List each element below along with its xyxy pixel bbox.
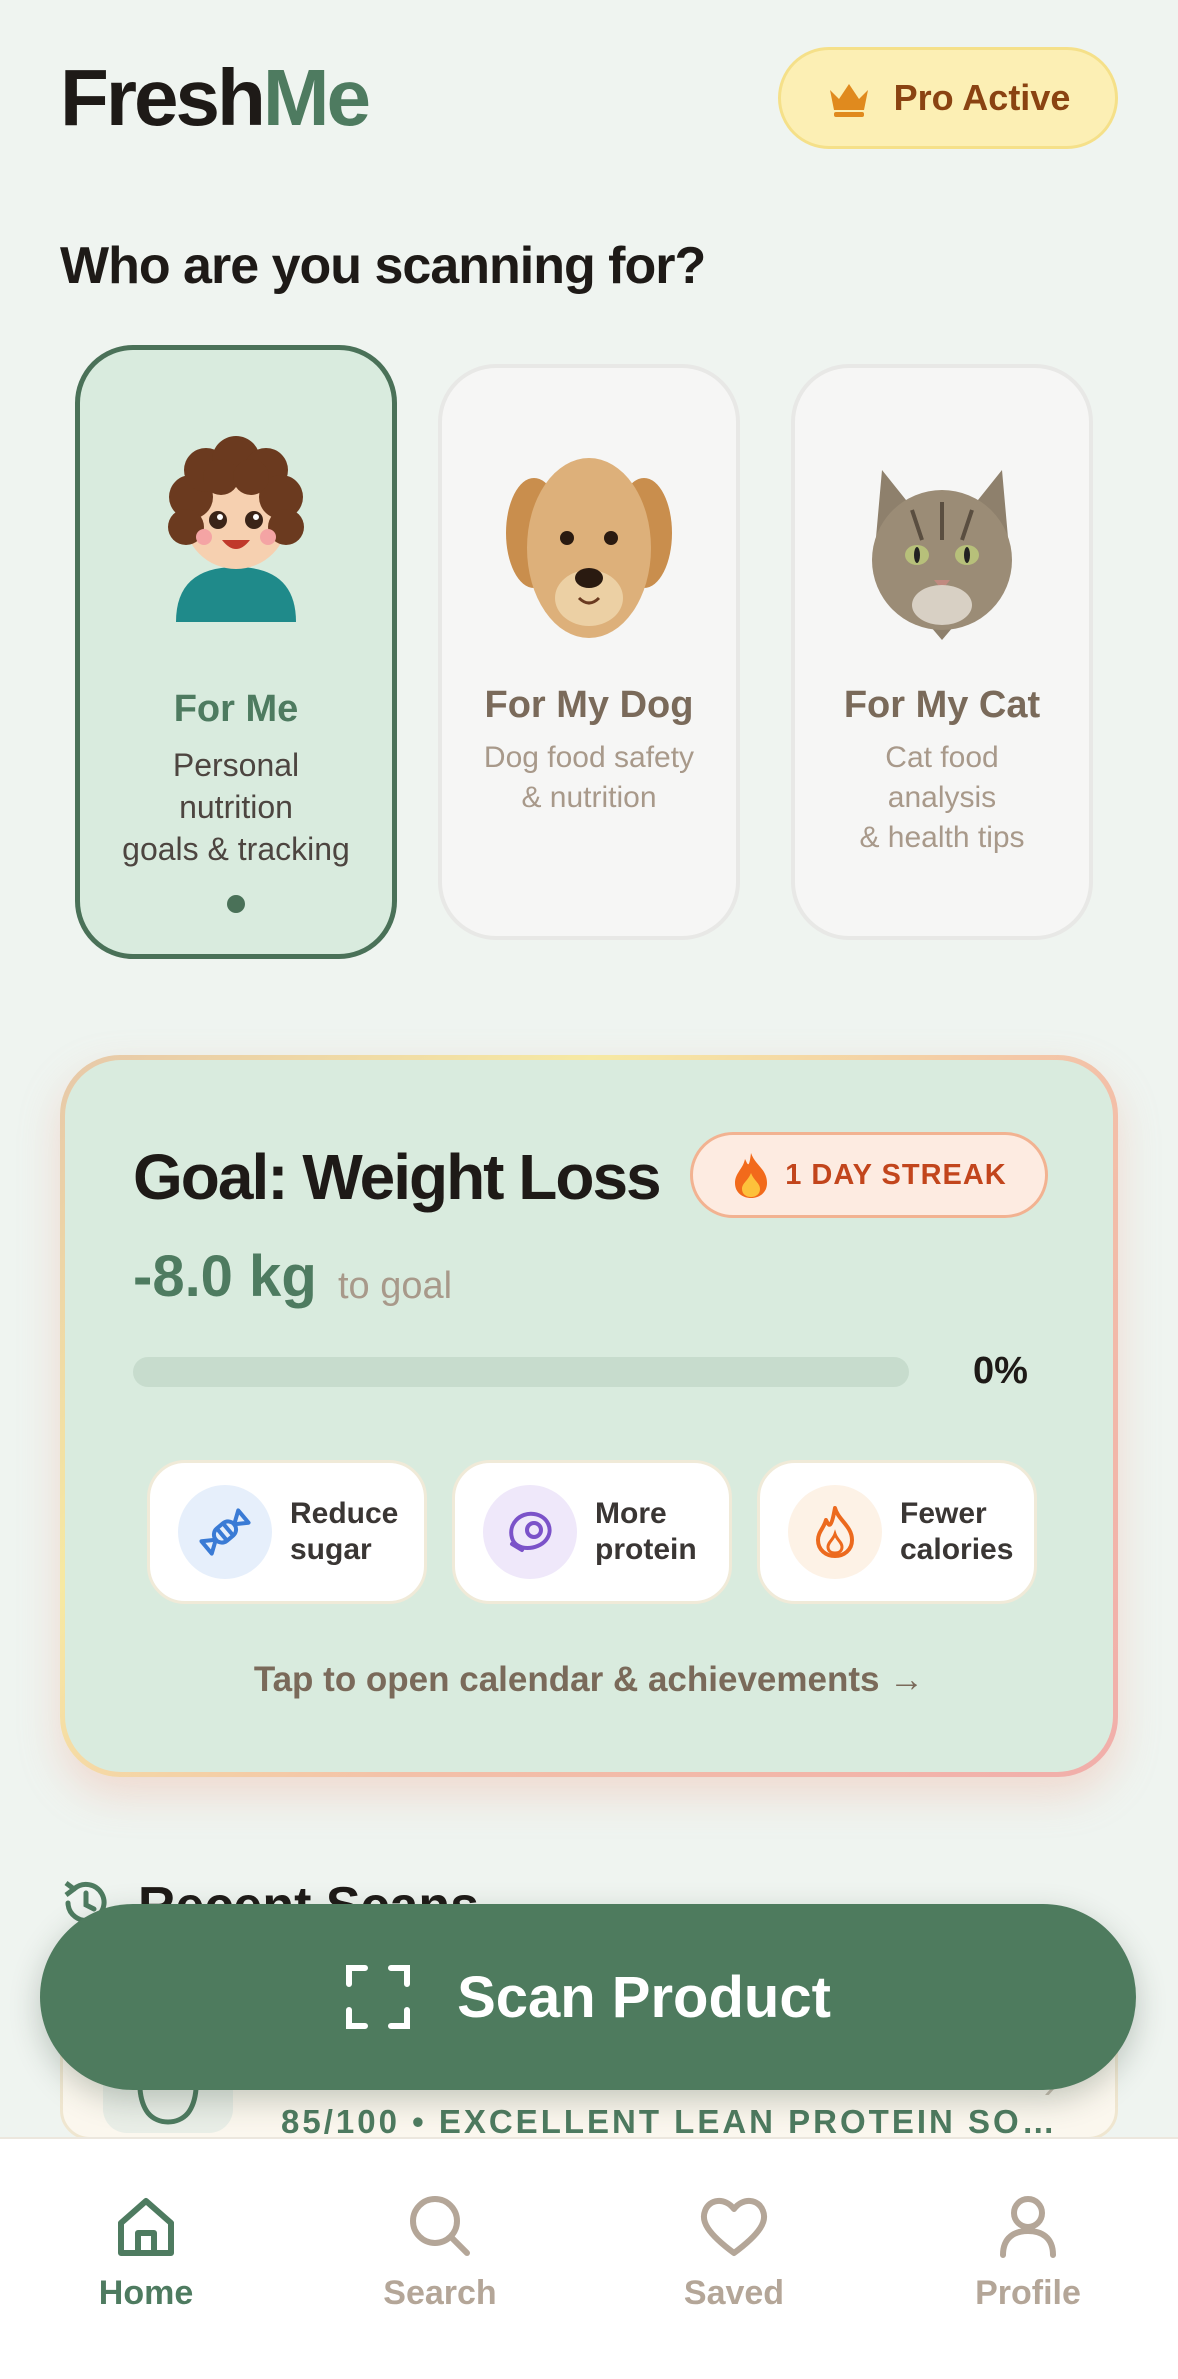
pro-active-badge[interactable]: Pro Active — [778, 47, 1118, 149]
goal-chip-reduce-sugar[interactable]: Reduce sugar — [147, 1460, 427, 1604]
goal-progress-bar — [133, 1357, 909, 1387]
flame-icon — [788, 1485, 882, 1579]
chip-label-reduce-sugar: Reduce sugar — [290, 1497, 399, 1566]
nav-label-profile: Profile — [975, 2274, 1081, 2312]
nav-item-home[interactable]: Home — [46, 2191, 246, 2313]
scan-product-button[interactable]: Scan Product — [40, 1904, 1136, 2090]
goal-chip-more-protein[interactable]: More protein — [452, 1460, 732, 1604]
goal-chip-fewer-calories[interactable]: Fewer calories — [757, 1460, 1037, 1604]
heart-icon — [700, 2198, 768, 2256]
dog-photo-icon — [506, 458, 672, 638]
nav-label-search: Search — [383, 2274, 497, 2312]
goal-card[interactable]: Goal: Weight Loss 1 DAY STREAK -8.0 kg t… — [60, 1055, 1118, 1777]
profile-name-dog: For My Dog — [484, 684, 694, 726]
steak-icon — [483, 1485, 577, 1579]
streak-label: 1 DAY STREAK — [785, 1158, 1007, 1191]
nav-label-saved: Saved — [683, 2274, 785, 2312]
pro-badge-label: Pro Active — [893, 77, 1071, 118]
weight-to-goal-value: -8.0 kg — [133, 1244, 317, 1309]
streak-badge: 1 DAY STREAK — [690, 1132, 1048, 1218]
profile-section-heading: Who are you scanning for? — [60, 237, 706, 295]
profile-desc-me: Personal nutrition goals & tracking — [122, 747, 350, 867]
chip-label-fewer-calories: Fewer calories — [900, 1497, 1014, 1566]
search-icon — [410, 2196, 470, 2256]
profile-card-dog[interactable]: For My Dog Dog food safety & nutrition — [438, 364, 740, 940]
nav-item-search[interactable]: Search — [340, 2191, 540, 2313]
scan-score-summary: 85/100 • EXCELLENT LEAN PROTEIN SO… — [281, 2103, 1058, 2140]
active-indicator-dot — [227, 895, 245, 913]
avatar-cat — [795, 440, 1089, 650]
avatar-dog — [442, 448, 736, 648]
scan-product-label: Scan Product — [457, 1964, 831, 2030]
avatar-me — [80, 422, 392, 622]
person-icon — [1000, 2196, 1056, 2258]
scan-frame-icon — [346, 1965, 411, 2029]
profile-name-me: For Me — [173, 688, 299, 730]
profile-desc-cat: Cat food analysis & health tips — [859, 741, 1025, 854]
profile-name-cat: For My Cat — [843, 684, 1041, 726]
cat-photo-icon — [872, 470, 1012, 640]
nav-item-profile[interactable]: Profile — [928, 2191, 1128, 2313]
nav-label-home: Home — [98, 2274, 194, 2312]
profile-desc-dog: Dog food safety & nutrition — [483, 741, 695, 814]
home-icon — [118, 2198, 174, 2256]
fire-icon — [735, 1153, 768, 1198]
app-logo: FreshMe — [60, 58, 371, 138]
logo-part-me: Me — [262, 53, 371, 142]
open-calendar-link[interactable]: Tap to open calendar & achievements → — [65, 1660, 1113, 1700]
profile-card-cat[interactable]: For My Cat Cat food analysis & health ti… — [791, 364, 1093, 940]
crown-icon — [829, 84, 868, 117]
goal-title: Goal: Weight Loss — [133, 1141, 662, 1213]
nav-item-saved[interactable]: Saved — [634, 2191, 834, 2313]
chip-label-more-protein: More protein — [595, 1497, 697, 1566]
weight-to-goal-suffix: to goal — [338, 1265, 453, 1307]
logo-part-fresh: Fresh — [60, 53, 266, 142]
girl-avatar-icon — [168, 436, 304, 622]
goal-progress-percent: 0% — [973, 1350, 1028, 1392]
candy-icon — [178, 1485, 272, 1579]
bottom-navigation: Home Search Saved Profile — [0, 2137, 1178, 2379]
profile-card-me[interactable]: For Me Personal nutrition goals & tracki… — [75, 345, 397, 959]
